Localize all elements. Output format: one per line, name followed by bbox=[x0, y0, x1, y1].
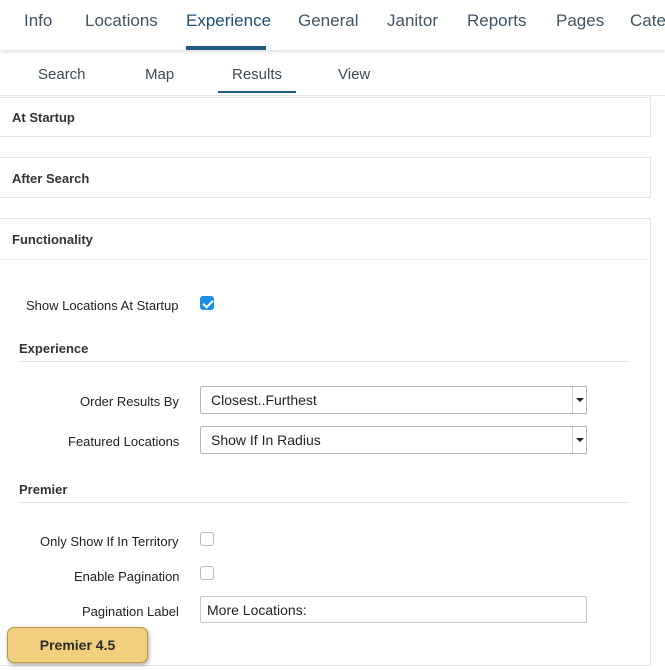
territory-checkbox[interactable] bbox=[200, 532, 214, 546]
subtab-map[interactable]: Map bbox=[145, 66, 174, 83]
sub-navigation: Search Map Results View bbox=[0, 50, 665, 96]
subtab-view[interactable]: View bbox=[338, 66, 370, 83]
show-locations-checkbox[interactable] bbox=[200, 296, 214, 310]
show-locations-label: Show Locations At Startup bbox=[26, 298, 179, 313]
tab-experience[interactable]: Experience bbox=[186, 0, 271, 50]
panel-title: After Search bbox=[12, 171, 90, 186]
pagination-text-input[interactable] bbox=[200, 596, 587, 623]
pagination-label: Enable Pagination bbox=[74, 569, 180, 584]
featured-locations-select[interactable]: Show If In Radius bbox=[200, 426, 587, 454]
tab-pages[interactable]: Pages bbox=[556, 0, 604, 50]
experience-heading: Experience bbox=[19, 341, 89, 356]
tab-janitor[interactable]: Janitor bbox=[387, 0, 438, 50]
premier-heading: Premier bbox=[19, 482, 68, 497]
pagination-text-label: Pagination Label bbox=[82, 604, 179, 619]
panel-after-search[interactable]: After Search bbox=[0, 157, 651, 198]
divider bbox=[19, 502, 629, 503]
dropdown-arrow-icon bbox=[572, 427, 586, 453]
active-subtab-indicator bbox=[218, 91, 296, 93]
order-results-select[interactable]: Closest..Furthest bbox=[200, 386, 587, 414]
tab-info[interactable]: Info bbox=[24, 0, 52, 50]
territory-label: Only Show If In Territory bbox=[40, 534, 179, 549]
tab-reports[interactable]: Reports bbox=[467, 0, 527, 50]
panel-title[interactable]: Functionality bbox=[0, 219, 650, 260]
featured-locations-value: Show If In Radius bbox=[211, 432, 321, 448]
pagination-checkbox[interactable] bbox=[200, 566, 214, 580]
subtab-results[interactable]: Results bbox=[232, 66, 282, 83]
dropdown-arrow-icon bbox=[572, 387, 586, 413]
featured-locations-label: Featured Locations bbox=[68, 434, 180, 449]
divider bbox=[19, 361, 629, 362]
panel-title: At Startup bbox=[12, 110, 75, 125]
tab-categories[interactable]: Categ bbox=[630, 0, 665, 50]
active-tab-indicator bbox=[186, 46, 266, 50]
order-results-value: Closest..Furthest bbox=[211, 392, 317, 408]
tab-general[interactable]: General bbox=[298, 0, 358, 50]
tab-locations[interactable]: Locations bbox=[85, 0, 158, 50]
premier-version-badge[interactable]: Premier 4.5 bbox=[7, 627, 148, 663]
subtab-search[interactable]: Search bbox=[38, 66, 86, 83]
order-results-label: Order Results By bbox=[80, 394, 179, 409]
top-navigation: Info Locations Experience General Janito… bbox=[0, 0, 665, 50]
panel-at-startup[interactable]: At Startup bbox=[0, 97, 651, 137]
